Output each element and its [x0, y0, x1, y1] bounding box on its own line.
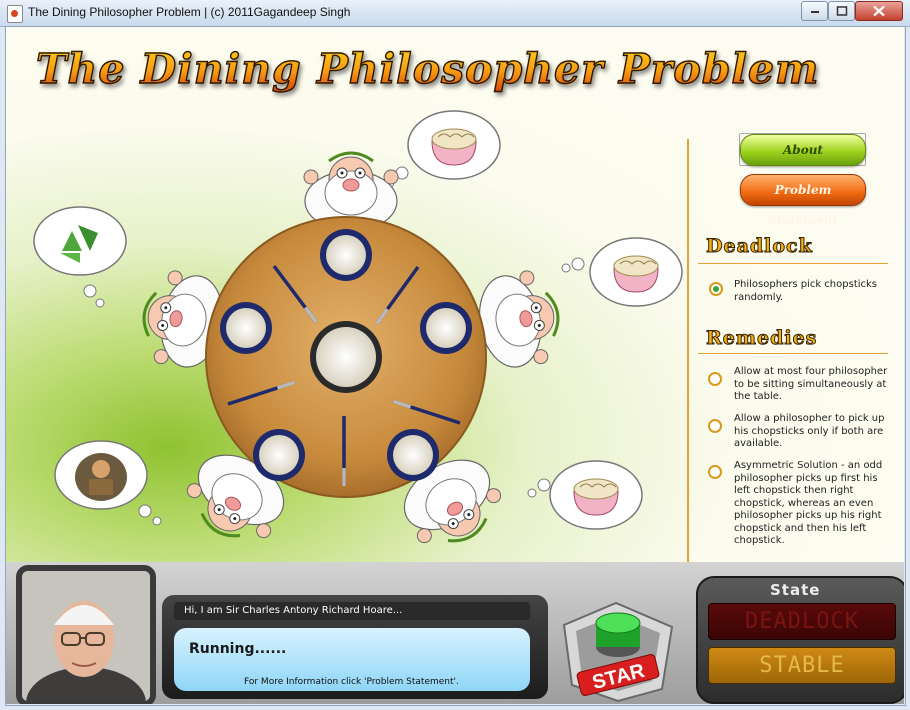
portrait-avatar	[16, 565, 156, 704]
minimize-icon	[810, 11, 819, 13]
deadlock-rule	[698, 263, 888, 264]
app-content: The Dining Philosopher Problem About Pro…	[6, 27, 904, 704]
maximize-button[interactable]	[828, 1, 855, 21]
thought-bubble-left	[33, 206, 127, 308]
remedy-four-philosophers-radio[interactable]	[708, 372, 722, 386]
remedies-rule	[698, 353, 888, 354]
maximize-icon	[836, 6, 847, 16]
deadlock-indicator: DEADLOCK	[708, 603, 896, 640]
status-text: Running......	[189, 641, 287, 657]
deadlock-random-radio[interactable]	[709, 282, 723, 296]
thought-bubble-bottom-left	[54, 440, 162, 526]
remedies-heading: Remedies	[705, 327, 818, 350]
info-text: For More Information click 'Problem Stat…	[244, 677, 459, 687]
window-title: The Dining Philosopher Problem | (c) 201…	[28, 5, 351, 19]
rice-bowl-icon	[431, 128, 477, 166]
thought-bubble-top	[385, 110, 501, 188]
start-button[interactable]: STAR	[554, 587, 684, 702]
sidebar-divider	[687, 139, 689, 579]
java-app-icon	[7, 5, 23, 23]
state-title: State	[770, 581, 821, 599]
stable-indicator: STABLE	[708, 647, 896, 684]
window-titlebar[interactable]: The Dining Philosopher Problem | (c) 201…	[0, 0, 910, 27]
rice-bowl-icon	[613, 255, 659, 293]
deadlock-random-label: Philosophers pick chopsticks randomly.	[734, 279, 878, 303]
remedy-both-available-label: Allow a philosopher to pick up his chops…	[734, 413, 885, 449]
problem-statement-button[interactable]: Problem Statement	[740, 174, 866, 227]
rice-bowl-icon	[573, 478, 619, 516]
thought-bubble-right	[561, 237, 683, 307]
remedy-both-available-radio[interactable]	[708, 419, 722, 433]
close-icon	[873, 5, 885, 17]
dining-table-scene	[33, 110, 683, 562]
minimize-button[interactable]	[801, 1, 828, 21]
about-button[interactable]: About	[740, 134, 866, 166]
remedy-four-philosophers-label: Allow at most four philosopher to be sit…	[734, 366, 888, 402]
intro-message: Hi, I am Sir Charles Antony Richard Hoar…	[174, 602, 530, 620]
close-button[interactable]	[855, 1, 903, 21]
remedy-asymmetric-label: Asymmetric Solution - an odd philosopher…	[734, 460, 883, 546]
deadlock-heading: Deadlock	[706, 235, 813, 258]
remedy-asymmetric-radio[interactable]	[708, 465, 722, 479]
thought-bubble-bottom-right	[527, 460, 643, 530]
warrior-icon	[75, 453, 127, 501]
